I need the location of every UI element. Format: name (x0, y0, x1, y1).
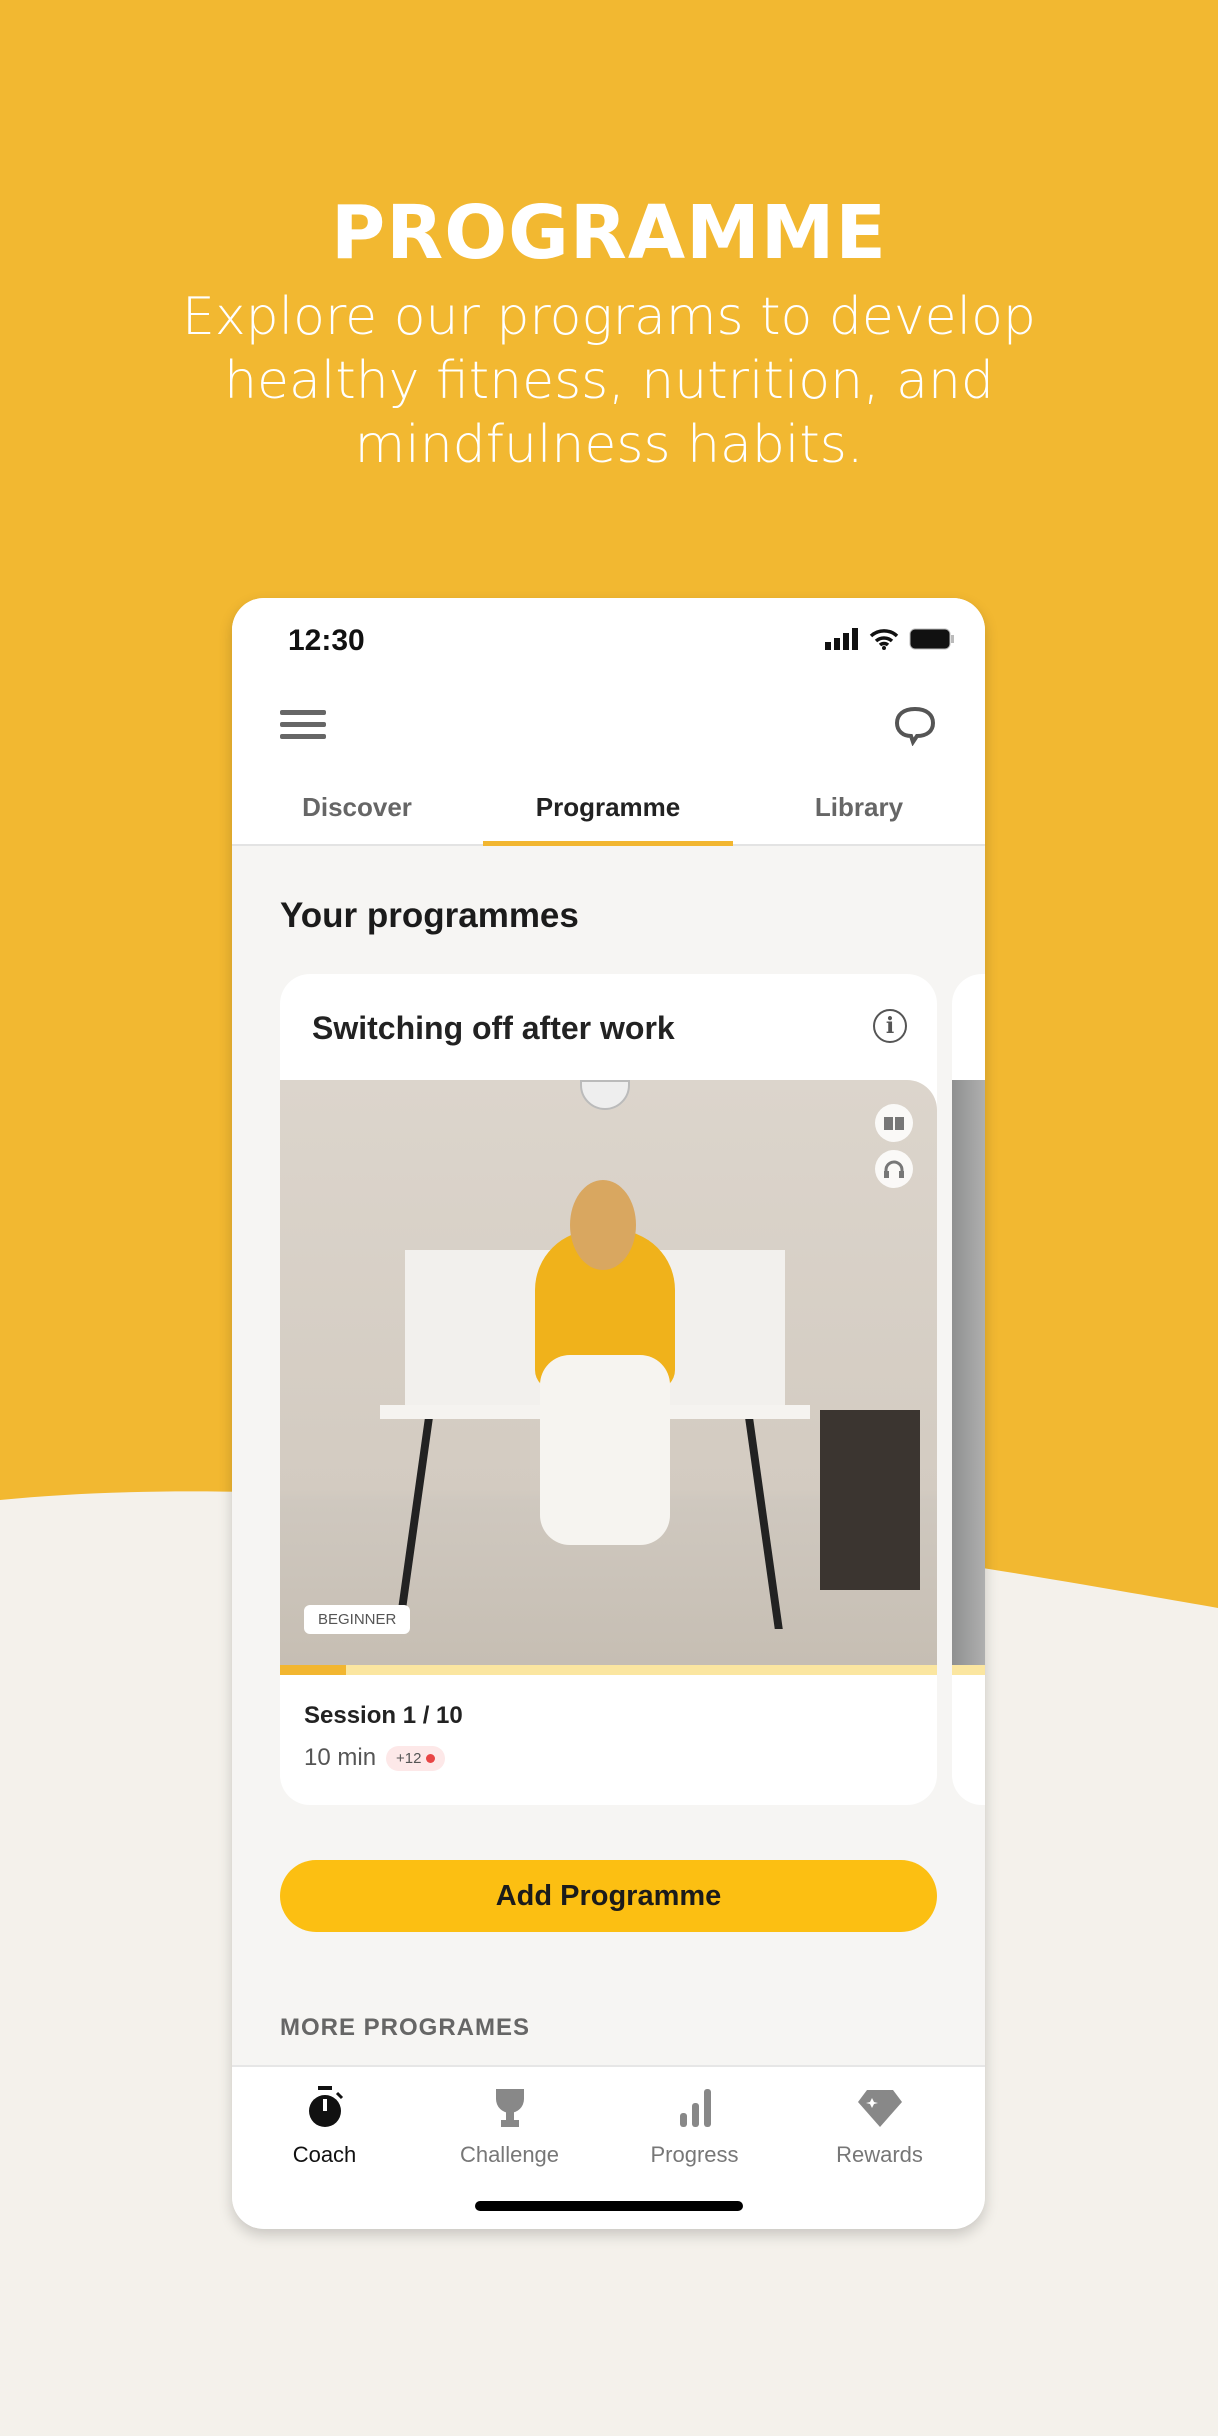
nav-coach[interactable]: Coach (232, 2085, 417, 2168)
book-icon (875, 1104, 913, 1142)
battery-icon (909, 628, 954, 650)
home-indicator[interactable] (475, 2201, 743, 2211)
chat-icon[interactable] (893, 706, 937, 746)
wifi-icon (869, 629, 899, 650)
programme-image: BEGINNER (280, 1080, 937, 1665)
signal-icon (825, 628, 858, 650)
duration-row: 10 min +12 (304, 1744, 445, 1772)
programme-progress-bar (280, 1665, 937, 1675)
tab-library[interactable]: Library (734, 792, 984, 823)
diamond-icon (857, 2090, 902, 2127)
active-tab-indicator (483, 841, 733, 846)
stopwatch-icon (308, 2086, 343, 2127)
more-programmes-heading: MORE PROGRAMES (280, 2014, 531, 2041)
duration: 10 min (304, 1744, 377, 1771)
section-title: Your programmes (280, 896, 579, 935)
tab-discover[interactable]: Discover (232, 792, 482, 823)
points-value: +12 (396, 1749, 422, 1767)
session-label: Session 1 / 10 (304, 1702, 463, 1729)
hero-subtitle: Explore our programs to develop healthy … (182, 287, 1036, 475)
nav-label: Rewards (836, 2142, 923, 2167)
level-badge: BEGINNER (304, 1605, 411, 1634)
trophy-icon (495, 2089, 524, 2127)
nav-label: Progress (650, 2142, 739, 2167)
programme-card[interactable]: Switching off after work i BEGINNER Sess… (280, 974, 937, 1805)
add-programme-button[interactable]: Add Programme (280, 1860, 937, 1932)
info-icon[interactable]: i (873, 1009, 907, 1043)
points-badge: +12 (386, 1745, 445, 1771)
top-bar: 12:30 Discover Programme Library (232, 598, 985, 846)
bar-chart-icon (679, 2089, 711, 2127)
tab-programme[interactable]: Programme (483, 792, 733, 823)
phone-screen: 12:30 Discover Programme Library Your pr… (232, 598, 985, 2229)
status-icons (825, 628, 955, 650)
status-time: 12:30 (288, 624, 365, 657)
next-programme-card[interactable] (952, 974, 985, 1805)
red-dot-icon (425, 1753, 435, 1763)
nav-progress[interactable]: Progress (602, 2085, 787, 2168)
nav-label: Coach (292, 2142, 357, 2167)
hero-title: PROGRAMME (331, 190, 887, 276)
nav-challenge[interactable]: Challenge (417, 2085, 602, 2168)
nav-rewards[interactable]: Rewards (787, 2085, 972, 2168)
card-title: Switching off after work (312, 1010, 675, 1046)
menu-button[interactable] (280, 710, 326, 740)
headphones-icon (875, 1150, 913, 1188)
nav-label: Challenge (459, 2142, 560, 2167)
